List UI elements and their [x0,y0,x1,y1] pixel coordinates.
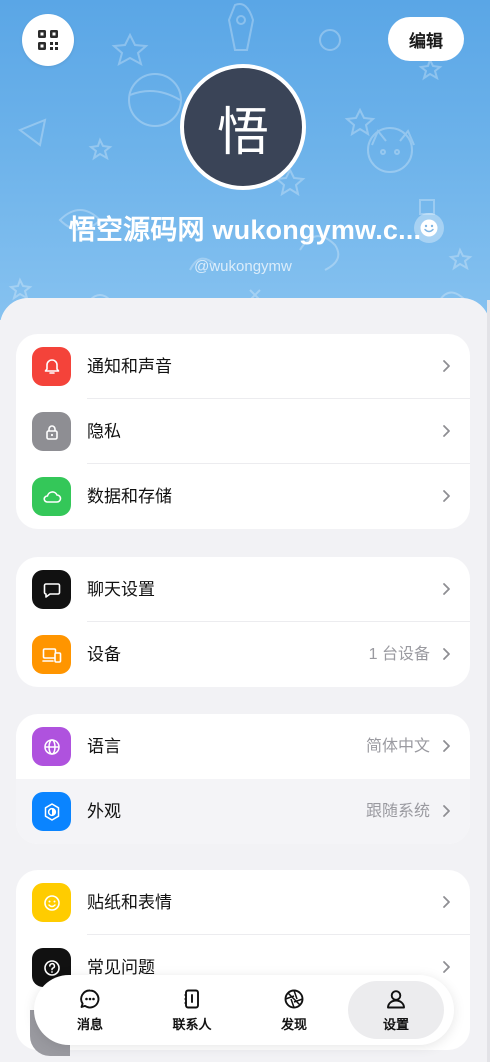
settings-item-value: 跟随系统 [365,803,430,820]
settings-item-devices[interactable]: 设备 1 台设备 [16,622,470,687]
chevron-right-icon [443,961,450,973]
chevron-right-icon [443,583,450,595]
person-icon [387,989,405,1008]
settings-item-privacy[interactable]: 隐私 [16,399,470,464]
bottom-tab-bar: 消息 联系人 发现 设置 [34,975,454,1045]
settings-item-value: 简体中文 [365,738,430,755]
settings-group-notifications: 通知和声音 隐私 数据和存储 [16,334,470,529]
settings-item-chat-settings[interactable]: 聊天设置 [16,557,470,622]
tab-label: 设置 [382,1016,409,1032]
smiley-icon [32,883,71,922]
tab-contacts[interactable]: 联系人 [144,981,240,1039]
devices-icon [32,635,71,674]
profile-header: 编辑 悟 悟空源码网 wukongymw.c... @wukongymw [0,0,490,320]
settings-item-language[interactable]: 语言 简体中文 [16,714,470,779]
settings-item-data-storage[interactable]: 数据和存储 [16,464,470,529]
chevron-right-icon [443,360,450,372]
chevron-right-icon [443,648,450,660]
settings-item-label: 数据和存储 [87,487,172,506]
tab-discover[interactable]: 发现 [246,981,342,1039]
chevron-right-icon [443,740,450,752]
bell-icon [32,347,71,386]
discover-icon [284,989,304,1008]
chevron-right-icon [443,425,450,437]
tab-label: 消息 [76,1016,103,1032]
message-icon [80,989,100,1008]
tab-label: 发现 [280,1016,307,1032]
appearance-icon [32,792,71,831]
tab-messages[interactable]: 消息 [42,981,138,1039]
tab-label: 联系人 [172,1016,212,1032]
qr-code-icon [38,30,58,50]
settings-item-label: 隐私 [87,422,121,441]
settings-item-label: 外观 [87,802,121,821]
settings-item-stickers[interactable]: 贴纸和表情 [16,870,470,935]
profile-username: @wukongymw [194,258,292,275]
chevron-right-icon [443,490,450,502]
chevron-right-icon [443,805,450,817]
chat-bubble-icon [32,570,71,609]
settings-item-label: 通知和声音 [87,357,172,376]
globe-icon [32,727,71,766]
settings-group-chat: 聊天设置 设备 1 台设备 [16,557,470,687]
settings-item-value: 1 台设备 [368,646,430,663]
settings-item-label: 贴纸和表情 [87,893,172,912]
settings-item-label: 语言 [87,737,121,756]
avatar[interactable]: 悟 [180,64,306,190]
qr-code-button[interactable] [22,14,74,66]
edit-button[interactable]: 编辑 [388,17,464,61]
cloud-icon [32,477,71,516]
tab-settings[interactable]: 设置 [348,981,444,1039]
settings-item-label: 设备 [87,645,121,664]
settings-item-appearance[interactable]: 外观 跟随系统 [16,779,470,844]
contacts-icon [184,989,199,1008]
chevron-right-icon [443,896,450,908]
settings-item-label: 聊天设置 [87,580,155,599]
settings-item-notifications[interactable]: 通知和声音 [16,334,470,399]
settings-group-language: 语言 简体中文 外观 跟随系统 [16,714,470,844]
emoji-status-button[interactable] [414,213,444,243]
smiley-icon [420,219,438,237]
lock-icon [32,412,71,451]
